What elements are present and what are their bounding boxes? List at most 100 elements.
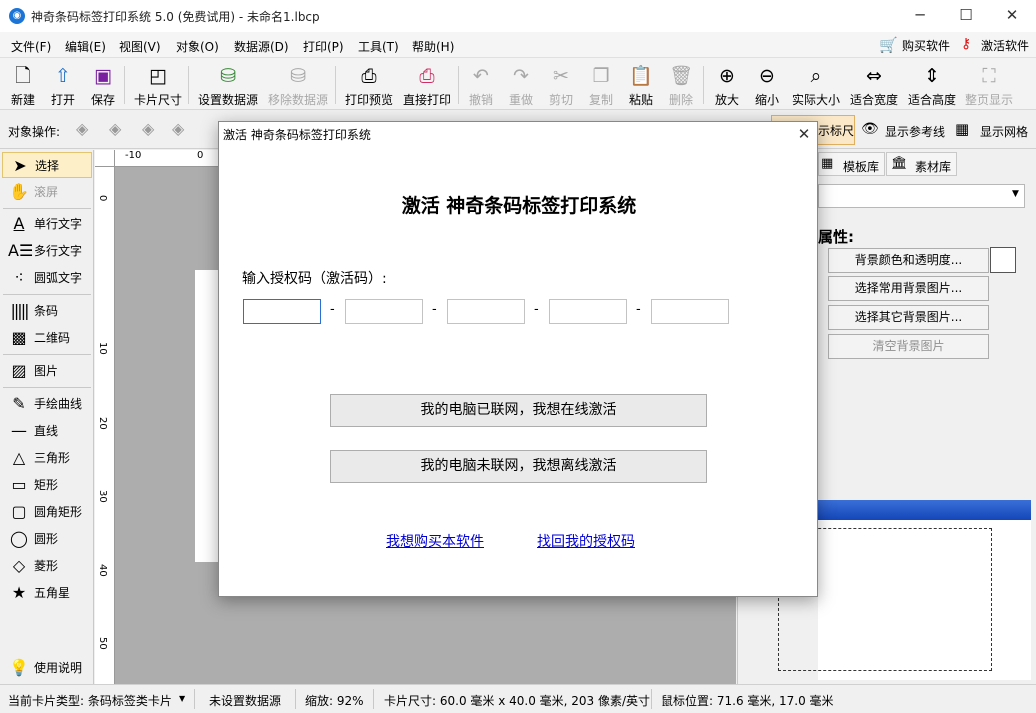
recover-license-link[interactable]: 找回我的授权码 [537, 531, 635, 551]
direct-print-button[interactable]: ⎙ 直接打印 [399, 58, 455, 110]
menu-help[interactable]: 帮助(H) [412, 38, 454, 55]
card-size-button[interactable]: ◰ 卡片尺寸 [131, 58, 185, 110]
save-button[interactable]: ▣ 保存 [84, 58, 122, 110]
tool-rounded-rectangle[interactable]: ▢ 圆角矩形 [2, 499, 92, 525]
tool-image[interactable]: ▨ 图片 [2, 358, 92, 384]
redo-icon: ↷ [513, 65, 529, 87]
layer-up-icon[interactable]: ◈ [76, 119, 88, 138]
open-label: 打开 [50, 93, 75, 107]
buy-software-link[interactable]: 购买软件 [902, 37, 950, 54]
tool-diamond[interactable]: ◇ 菱形 [2, 553, 92, 579]
template-icon: ▦ [821, 156, 834, 171]
zoom-in-button[interactable]: ⊕ 放大 [709, 58, 745, 110]
print-preview-button[interactable]: ⎙ 打印预览 [340, 58, 398, 110]
tool-rectangle[interactable]: ▭ 矩形 [2, 472, 92, 498]
preview-area [778, 520, 1031, 680]
single-line-text-icon: A [13, 214, 25, 233]
menu-object[interactable]: 对象(O) [176, 38, 219, 55]
background-color-swatch[interactable] [990, 247, 1016, 273]
buy-software-link[interactable]: 我想购买本软件 [386, 531, 484, 551]
tool-line[interactable]: — 直线 [2, 418, 92, 444]
tool-triangle[interactable]: △ 三角形 [2, 445, 92, 471]
help-button[interactable]: 💡 使用说明 [2, 655, 92, 681]
offline-activation-button[interactable]: 我的电脑未联网，我想离线激活 [330, 450, 707, 483]
menu-print[interactable]: 打印(P) [303, 38, 344, 55]
tool-freehand[interactable]: ✎ 手绘曲线 [2, 391, 92, 417]
copy-label: 复制 [588, 93, 613, 107]
tools-panel: ➤ 选择 ✋ 滚屏 A 单行文字 A☰ 多行文字 ⁖ 圆弧文字 ||||| 条码 ▩ 二维码 … [0, 150, 94, 684]
status-card-type[interactable]: 当前卡片类型: 条码标签类卡片 [8, 692, 172, 709]
tool-select[interactable]: ➤ 选择 [2, 152, 92, 178]
fit-height-icon: ⇕ [924, 65, 940, 87]
tools-separator [3, 208, 91, 209]
tool-line-label: 直线 [34, 424, 59, 438]
layer-top-icon[interactable]: ◈ [109, 119, 121, 138]
open-button[interactable]: ⇧ 打开 [44, 58, 82, 110]
lightbulb-icon: 💡 [9, 658, 29, 677]
status-datasource: 未设置数据源 [209, 694, 282, 708]
tab-templates[interactable]: ▦ 模板库 [818, 152, 885, 176]
copy-button[interactable]: ❐ 复制 [583, 58, 619, 110]
dialog-close-button[interactable]: ✕ [794, 123, 814, 145]
delete-button[interactable]: 🗑 删除 [663, 58, 699, 110]
triangle-icon: △ [12, 448, 26, 467]
tool-pan[interactable]: ✋ 滚屏 [2, 179, 92, 205]
fit-width-button[interactable]: ⇔ 适合宽度 [847, 58, 901, 110]
menu-file[interactable]: 文件(F) [11, 38, 51, 55]
license-code-field-5[interactable] [651, 299, 729, 324]
background-color-button[interactable]: 背景颜色和透明度... [828, 248, 989, 273]
tool-rounded-rectangle-label: 圆角矩形 [34, 505, 83, 519]
fit-height-button[interactable]: ⇕ 适合高度 [905, 58, 959, 110]
license-code-field-3[interactable] [447, 299, 525, 324]
remove-datasource-button[interactable]: ⛁ 移除数据源 [264, 58, 332, 110]
zoom-out-button[interactable]: ⊖ 缩小 [749, 58, 785, 110]
show-grid-toggle[interactable]: 显示网格 [980, 123, 1028, 140]
tool-qrcode[interactable]: ▩ 二维码 [2, 325, 92, 351]
common-background-button[interactable]: 选择常用背景图片... [828, 276, 989, 301]
clear-background-button[interactable]: 清空背景图片 [828, 334, 989, 359]
menu-view[interactable]: 视图(V) [119, 38, 161, 55]
tool-star[interactable]: ★ 五角星 [2, 580, 92, 606]
tab-assets-label: 素材库 [915, 160, 952, 174]
layer-down-icon[interactable]: ◈ [142, 119, 154, 138]
tool-barcode[interactable]: ||||| 条码 [2, 298, 92, 324]
set-datasource-button[interactable]: ⛁ 设置数据源 [194, 58, 262, 110]
license-code-field-2[interactable] [345, 299, 423, 324]
status-zoom: 缩放: 92% [305, 694, 364, 708]
show-guides-toggle[interactable]: 显示参考线 [885, 123, 945, 140]
license-code-field-1[interactable] [243, 299, 321, 324]
tab-assets[interactable]: 🏛 素材库 [886, 152, 957, 176]
delete-icon: 🗑 [669, 65, 694, 87]
tool-single-line-text[interactable]: A 单行文字 [2, 211, 92, 237]
maximize-button[interactable]: ☐ [943, 0, 989, 32]
fit-page-button[interactable]: ⛶ 整页显示 [962, 58, 1016, 110]
rectangle-icon: ▭ [11, 475, 27, 494]
other-background-button[interactable]: 选择其它背景图片... [828, 305, 989, 330]
code-separator: - [534, 302, 539, 317]
paste-button[interactable]: 📋 粘贴 [623, 58, 659, 110]
activate-software-link[interactable]: 激活软件 [981, 37, 1029, 54]
tool-circle[interactable]: ◯ 圆形 [2, 526, 92, 552]
online-activation-button[interactable]: 我的电脑已联网，我想在线激活 [330, 394, 707, 427]
menu-tools[interactable]: 工具(T) [358, 38, 399, 55]
redo-button[interactable]: ↷ 重做 [503, 58, 539, 110]
menu-edit[interactable]: 编辑(E) [65, 38, 106, 55]
license-code-field-4[interactable] [549, 299, 627, 324]
toolbar-separator [458, 66, 459, 104]
cut-button[interactable]: ✂ 剪切 [543, 58, 579, 110]
tool-arc-text[interactable]: ⁖ 圆弧文字 [2, 265, 92, 291]
new-button[interactable]: 🗋 新建 [4, 58, 42, 110]
tool-image-label: 图片 [34, 364, 59, 378]
object-selector-dropdown[interactable]: ▼ [818, 184, 1025, 208]
menu-datasource[interactable]: 数据源(D) [234, 38, 289, 55]
minimize-button[interactable]: ─ [897, 0, 943, 32]
tool-multi-line-text[interactable]: A☰ 多行文字 [2, 238, 92, 264]
zoom-out-label: 缩小 [754, 93, 779, 107]
redo-label: 重做 [508, 93, 533, 107]
toolbar-separator [335, 66, 336, 104]
undo-button[interactable]: ↶ 撤销 [463, 58, 499, 110]
actual-size-button[interactable]: ⌕ 实际大小 [789, 58, 843, 110]
close-window-button[interactable]: ✕ [989, 0, 1035, 32]
tools-separator [3, 354, 91, 355]
layer-bottom-icon[interactable]: ◈ [172, 119, 184, 138]
